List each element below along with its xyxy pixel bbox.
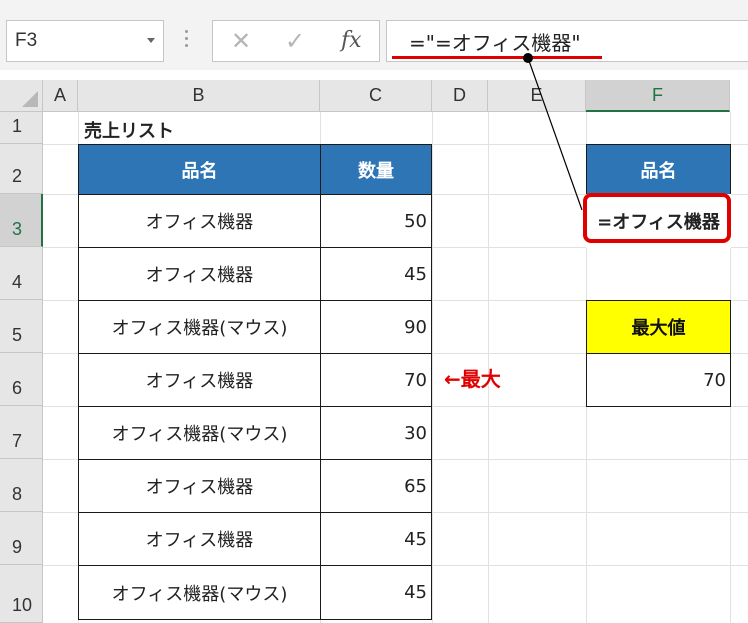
table-cell-item[interactable]: オフィス機器 <box>78 512 321 566</box>
sheet-title[interactable]: 売上リスト <box>84 117 174 143</box>
cancel-icon[interactable]: ✕ <box>231 27 251 55</box>
table-cell-qty[interactable]: 70 <box>320 353 432 407</box>
column-header-c[interactable]: C <box>320 80 432 112</box>
table-cell-item[interactable]: オフィス機器(マウス) <box>78 300 321 354</box>
table-cell-qty[interactable]: 45 <box>320 565 432 620</box>
table-cell-qty[interactable]: 30 <box>320 406 432 460</box>
insert-function-icon[interactable]: fx <box>341 27 362 55</box>
table-cell-item[interactable]: オフィス機器 <box>78 194 321 248</box>
name-box[interactable]: F3 <box>6 20 164 62</box>
formula-buttons: ✕ ✓ fx <box>212 20 380 62</box>
formula-value: ="=オフィス機器" <box>409 31 581 55</box>
table-cell-qty[interactable]: 45 <box>320 247 432 301</box>
table-cell-qty[interactable]: 90 <box>320 300 432 354</box>
row-header-3[interactable]: 3 <box>0 194 43 247</box>
table-cell-qty[interactable]: 45 <box>320 512 432 566</box>
table-header-qty[interactable]: 数量 <box>320 144 432 195</box>
row-header-5[interactable]: 5 <box>0 300 43 353</box>
column-header-e[interactable]: E <box>488 80 586 112</box>
table-cell-qty[interactable]: 65 <box>320 459 432 513</box>
row-header-9[interactable]: 9 <box>0 512 43 565</box>
row-header-10[interactable]: 10 <box>0 565 43 623</box>
table-cell-item[interactable]: オフィス機器 <box>78 459 321 513</box>
name-box-value: F3 <box>15 30 38 51</box>
column-header-b[interactable]: B <box>78 80 320 112</box>
table-cell-item[interactable]: オフィス機器 <box>78 353 321 407</box>
max-value-cell[interactable]: 70 <box>586 353 731 407</box>
formula-underline-annotation <box>392 56 602 59</box>
row-header-1[interactable]: 1 <box>0 112 43 144</box>
column-header-f[interactable]: F <box>586 80 730 112</box>
table-cell-item[interactable]: オフィス機器(マウス) <box>78 565 321 620</box>
check-icon[interactable]: ✓ <box>285 27 305 55</box>
table-header-item[interactable]: 品名 <box>78 144 321 195</box>
max-annotation: ←最大 <box>444 367 501 391</box>
row-header-4[interactable]: 4 <box>0 247 43 300</box>
select-all-button[interactable] <box>0 80 43 112</box>
criteria-header[interactable]: 品名 <box>586 144 731 195</box>
row-header-6[interactable]: 6 <box>0 353 43 406</box>
drag-handle-icon[interactable] <box>182 30 190 52</box>
table-cell-qty[interactable]: 50 <box>320 194 432 248</box>
table-cell-item[interactable]: オフィス機器(マウス) <box>78 406 321 460</box>
max-label-cell[interactable]: 最大値 <box>586 300 731 354</box>
gridline <box>432 112 433 623</box>
column-header-d[interactable]: D <box>432 80 488 112</box>
column-header-a[interactable]: A <box>43 80 78 112</box>
table-cell-item[interactable]: オフィス機器 <box>78 247 321 301</box>
row-header-8[interactable]: 8 <box>0 459 43 512</box>
row-header-7[interactable]: 7 <box>0 406 43 459</box>
chevron-down-icon[interactable] <box>147 38 155 43</box>
formula-bar-area: F3 ✕ ✓ fx ="=オフィス機器" <box>0 0 748 70</box>
row-header-2[interactable]: 2 <box>0 144 43 194</box>
criteria-highlight-box <box>583 193 731 243</box>
